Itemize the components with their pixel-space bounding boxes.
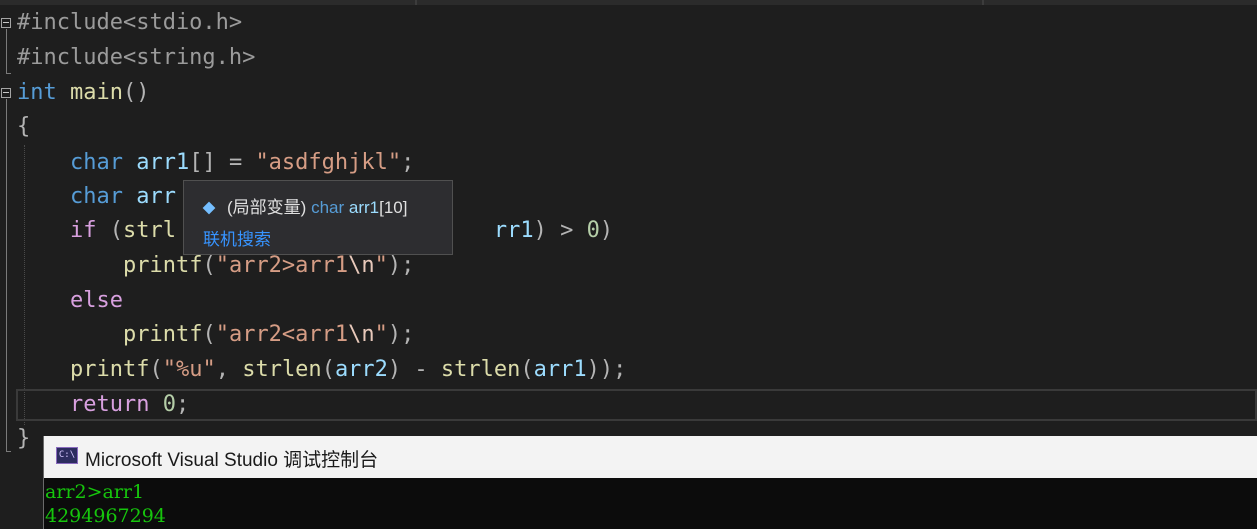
online-search-link[interactable]: 联机搜索	[203, 225, 271, 250]
code-line[interactable]: {	[17, 110, 30, 144]
code-token: ));	[586, 357, 627, 382]
code-line[interactable]: return 0;	[17, 388, 189, 422]
code-token: strlen	[242, 357, 322, 382]
code-token: int	[17, 80, 57, 105]
local-variable-icon	[202, 201, 216, 215]
code-token: );	[387, 253, 415, 278]
code-token: \n	[348, 253, 375, 278]
code-token: (	[202, 322, 216, 347]
outline-guide	[6, 73, 11, 74]
tooltip-type: char	[311, 198, 345, 217]
code-token: arr1	[122, 150, 190, 175]
code-token: return	[69, 392, 150, 417]
code-token: #include<stdio.h>	[17, 10, 243, 35]
code-token: main	[56, 80, 123, 105]
console-titlebar[interactable]: C:\ Microsoft Visual Studio 调试控制台	[44, 436, 1257, 478]
code-line[interactable]: }	[17, 422, 30, 456]
code-token: arr1	[533, 357, 587, 382]
code-token: "asdfghjkl"	[255, 150, 402, 175]
debug-console-window[interactable]: C:\ Microsoft Visual Studio 调试控制台 arr2>a…	[43, 436, 1257, 529]
outline-guide	[6, 451, 11, 452]
collapse-icon[interactable]	[1, 18, 11, 28]
code-token: (	[202, 253, 216, 278]
code-token: strlen	[440, 357, 521, 382]
code-token: ;	[401, 150, 415, 175]
code-token: );	[387, 322, 415, 347]
code-token: char	[69, 150, 123, 175]
editor-tab-strip	[0, 0, 1257, 5]
code-line[interactable]: #include<stdio.h>	[17, 6, 242, 40]
code-token: (	[520, 357, 534, 382]
code-line[interactable]: char arr	[17, 180, 176, 214]
current-line-highlight	[16, 389, 1257, 421]
tab-divider	[982, 0, 984, 5]
collapse-icon[interactable]	[1, 88, 11, 98]
code-token: printf	[69, 357, 150, 382]
code-token: printf	[122, 253, 203, 278]
code-token: #include<string.h>	[17, 45, 256, 70]
code-token: ;	[175, 392, 190, 417]
code-token: if	[69, 218, 97, 243]
code-line[interactable]: printf("%u", strlen(arr2) - strlen(arr1)…	[17, 353, 626, 387]
code-token: 0	[586, 218, 600, 243]
outline-guide	[6, 99, 7, 451]
code-token: 0	[162, 392, 176, 417]
code-token: "	[374, 253, 388, 278]
code-token: arr	[122, 184, 176, 209]
code-token: ()	[122, 80, 150, 105]
code-token: \n	[348, 322, 375, 347]
code-token: strl	[122, 218, 176, 243]
console-output[interactable]: arr2>arr1 4294967294	[44, 478, 1257, 529]
code-token: ) >	[533, 218, 587, 243]
code-line[interactable]: printf("arr2<arr1\n");	[17, 318, 414, 352]
code-token: "arr2>arr1	[215, 253, 349, 278]
code-token: (	[321, 357, 335, 382]
code-token: "arr2<arr1	[215, 322, 349, 347]
code-line[interactable]: char arr1[] = "asdfghjkl";	[17, 146, 414, 180]
quick-info-tooltip: (局部变量) char arr1[10] 联机搜索	[183, 180, 453, 255]
code-token: (	[96, 218, 123, 243]
tooltip-scope: (局部变量)	[227, 198, 307, 217]
console-title: Microsoft Visual Studio 调试控制台	[85, 450, 379, 471]
tooltip-signature: (局部变量) char arr1[10]	[202, 193, 408, 218]
code-token: else	[69, 288, 123, 313]
console-app-icon: C:\	[56, 447, 78, 464]
tab-divider	[415, 0, 417, 5]
code-token: "%u"	[162, 357, 216, 382]
code-token: )	[599, 218, 614, 243]
console-output-line: 4294967294	[45, 505, 166, 527]
console-output-line: arr2>arr1	[45, 481, 145, 503]
code-token: rr1	[493, 218, 534, 243]
code-editor[interactable]: #include<stdio.h> #include<string.h> int m…	[0, 0, 1257, 529]
code-token: }	[17, 426, 31, 451]
code-token: {	[17, 114, 31, 139]
code-token: char	[69, 184, 123, 209]
code-token: arr2	[334, 357, 388, 382]
code-token: [] =	[189, 150, 256, 175]
code-token: ,	[215, 357, 243, 382]
code-token: "	[374, 322, 388, 347]
code-token: ) -	[387, 357, 441, 382]
code-token: (	[149, 357, 163, 382]
code-line[interactable]: int main()	[17, 76, 149, 110]
code-line[interactable]: else	[17, 284, 123, 318]
tooltip-size: [10]	[379, 198, 408, 217]
code-token: printf	[122, 322, 203, 347]
tooltip-var-name: arr1	[348, 198, 380, 217]
code-line[interactable]: #include<string.h>	[17, 41, 255, 75]
outline-guide	[6, 29, 7, 73]
